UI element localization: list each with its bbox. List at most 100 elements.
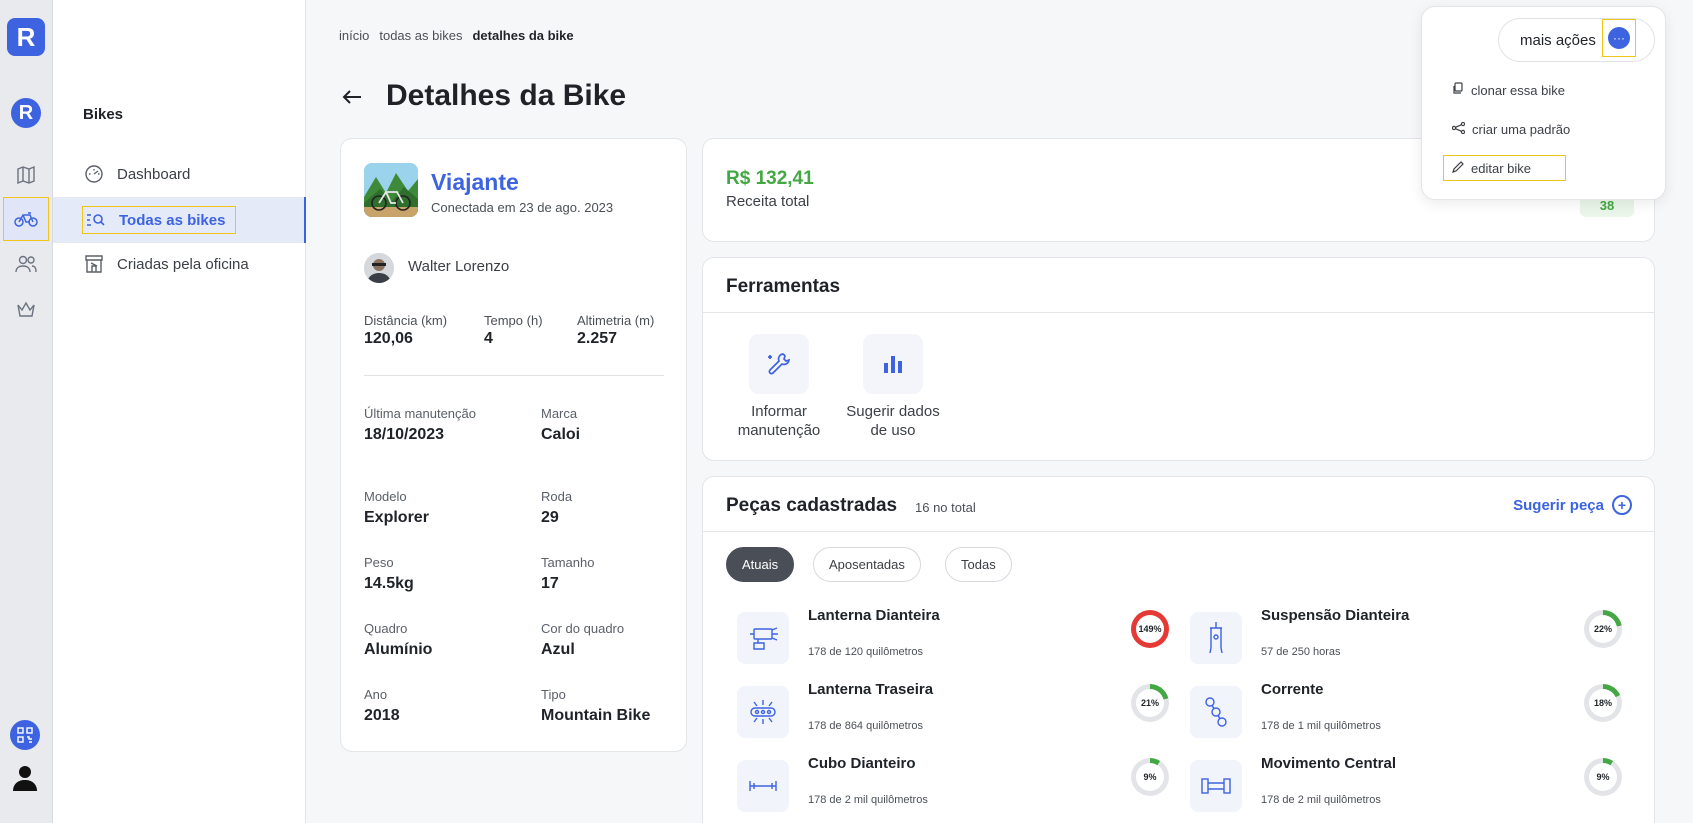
spec-label: Quadro (364, 621, 408, 636)
headlight-icon (737, 612, 789, 664)
spec-weight: Peso 14.5kg (364, 555, 414, 593)
stat-label: Tempo (h) (484, 313, 543, 328)
spec-value: 18/10/2023 (364, 426, 445, 443)
owner-avatar (364, 253, 394, 283)
card-header: Ferramentas (703, 258, 1654, 313)
menu-item-create-template[interactable]: criar uma padrão (1451, 116, 1571, 142)
spec-wheel: Roda 29 (541, 489, 572, 527)
more-actions-menu: mais ações ··· clonar essa bike criar um… (1421, 6, 1666, 200)
menu-item-edit-bike[interactable]: editar bike (1443, 155, 1566, 181)
tools-title: Ferramentas (726, 276, 841, 297)
spec-label: Última manutenção (364, 406, 476, 421)
spec-label: Cor do quadro (541, 621, 625, 636)
part-usage: 178 de 864 quilômetros (808, 720, 923, 732)
bar-chart-icon (863, 334, 923, 394)
spec-value: Caloi (541, 426, 581, 443)
card-header: Peças cadastradas 16 no total Sugerir pe… (703, 477, 1654, 532)
part-usage: 178 de 2 mil quilômetros (1261, 794, 1381, 806)
spec-label: Marca (541, 406, 578, 421)
bottom-bracket-icon (1190, 760, 1242, 812)
divider (364, 375, 664, 376)
part-progress-ring: 9% (1584, 758, 1622, 796)
sidebar-item-workshop-created[interactable]: Criadas pela oficina (83, 250, 249, 278)
tool-label: Sugerir dados de uso (846, 403, 940, 439)
breadcrumb-home[interactable]: início (339, 28, 369, 43)
filter-all[interactable]: Todas (945, 547, 1012, 582)
part-name: Lanterna Dianteira (808, 607, 940, 624)
suggest-part-button[interactable]: Sugerir peça + (1513, 495, 1632, 515)
crown-icon[interactable] (3, 287, 49, 331)
icon-rail: R R (0, 0, 53, 823)
part-name: Cubo Dianteiro (808, 755, 916, 772)
bike-connected-date: Conectada em 23 de ago. 2023 (431, 200, 614, 215)
menu-item-clone-bike[interactable]: clonar essa bike (1452, 77, 1565, 103)
owner-name: Walter Lorenzo (408, 258, 510, 275)
breadcrumb-current: detalhes da bike (472, 28, 574, 43)
part-percent: 9% (1136, 763, 1164, 791)
part-percent: 21% (1136, 689, 1164, 717)
menu-item-label: criar uma padrão (1472, 121, 1571, 137)
spec-label: Modelo (364, 489, 407, 504)
part-progress-ring: 9% (1131, 758, 1169, 796)
stat-value: 4 (484, 330, 493, 347)
part-item[interactable]: Corrente 178 de 1 mil quilômetros 18% (1182, 681, 1632, 741)
part-progress-ring: 18% (1584, 684, 1622, 722)
spec-model: Modelo Explorer (364, 489, 429, 527)
bike-icon[interactable] (3, 197, 49, 241)
spec-value: Mountain Bike (541, 707, 651, 724)
revenue-label: Receita total (726, 193, 810, 210)
fork-icon (1190, 612, 1242, 664)
spec-brand: Marca Caloi (541, 406, 580, 444)
sidebar-title: Bikes (83, 106, 124, 123)
sidebar-item-label: Criadas pela oficina (117, 255, 249, 273)
part-item[interactable]: Suspensão Dianteira 57 de 250 horas 22% (1182, 607, 1632, 667)
stat-time: Tempo (h) 4 (484, 313, 543, 348)
parts-title: Peças cadastradas (726, 495, 898, 516)
part-item[interactable]: Movimento Central 178 de 2 mil quilômetr… (1182, 755, 1632, 815)
revenue-value: R$ 132,41 (726, 168, 814, 189)
filter-current[interactable]: Atuais (726, 547, 795, 582)
qr-code-icon[interactable] (10, 720, 40, 750)
org-logo[interactable]: R (11, 98, 41, 128)
hub-icon (737, 760, 789, 812)
plus-circle-icon: + (1612, 495, 1632, 515)
gauge-icon (83, 163, 105, 185)
part-item[interactable]: Lanterna Traseira 178 de 864 quilômetros… (729, 681, 1179, 741)
user-profile-icon[interactable] (10, 763, 40, 793)
wrench-icon (749, 334, 809, 394)
spec-value: Alumínio (364, 641, 433, 658)
part-name: Lanterna Traseira (808, 681, 934, 698)
tool-report-maintenance[interactable]: Informar manutenção (724, 334, 834, 440)
sidebar-item-dashboard[interactable]: Dashboard (83, 160, 190, 188)
spec-value: 14.5kg (364, 575, 414, 592)
app-logo[interactable]: R (7, 18, 45, 56)
part-item[interactable]: Cubo Dianteiro 178 de 2 mil quilômetros … (729, 755, 1179, 815)
filter-retired[interactable]: Aposentadas (813, 547, 921, 582)
stat-label: Altimetria (m) (577, 313, 655, 328)
more-actions-dots-button[interactable]: ··· (1602, 19, 1636, 57)
chain-icon (1190, 686, 1242, 738)
share-icon (1451, 121, 1466, 137)
users-icon[interactable] (3, 242, 49, 286)
sidebar-item-label: Dashboard (117, 165, 191, 183)
tool-label: Informar manutenção (737, 403, 821, 439)
part-item[interactable]: Lanterna Dianteira 178 de 120 quilômetro… (729, 607, 1179, 667)
part-name: Corrente (1261, 681, 1324, 698)
spec-frame-color: Cor do quadro Azul (541, 621, 624, 659)
spec-label: Tipo (541, 687, 566, 702)
tool-suggest-usage[interactable]: Sugerir dados de uso (838, 334, 948, 440)
spec-value: Explorer (364, 509, 429, 526)
part-name: Suspensão Dianteira (1261, 607, 1410, 624)
part-progress-ring: 21% (1131, 684, 1169, 722)
breadcrumb-all-bikes[interactable]: todas as bikes (379, 28, 462, 43)
page-title: Detalhes da Bike (386, 79, 627, 112)
map-icon[interactable] (3, 153, 49, 197)
back-arrow-icon[interactable] (339, 84, 365, 110)
sidebar-item-all-bikes[interactable]: Todas as bikes (82, 206, 237, 234)
spec-value: 17 (541, 575, 559, 592)
suggest-part-label: Sugerir peça (1513, 496, 1604, 514)
sidebar: Bikes Dashboard Todas as bikes Criadas p… (53, 0, 306, 823)
spec-value: 29 (541, 509, 559, 526)
spec-type: Tipo Mountain Bike (541, 687, 650, 725)
spec-label: Roda (541, 489, 573, 504)
